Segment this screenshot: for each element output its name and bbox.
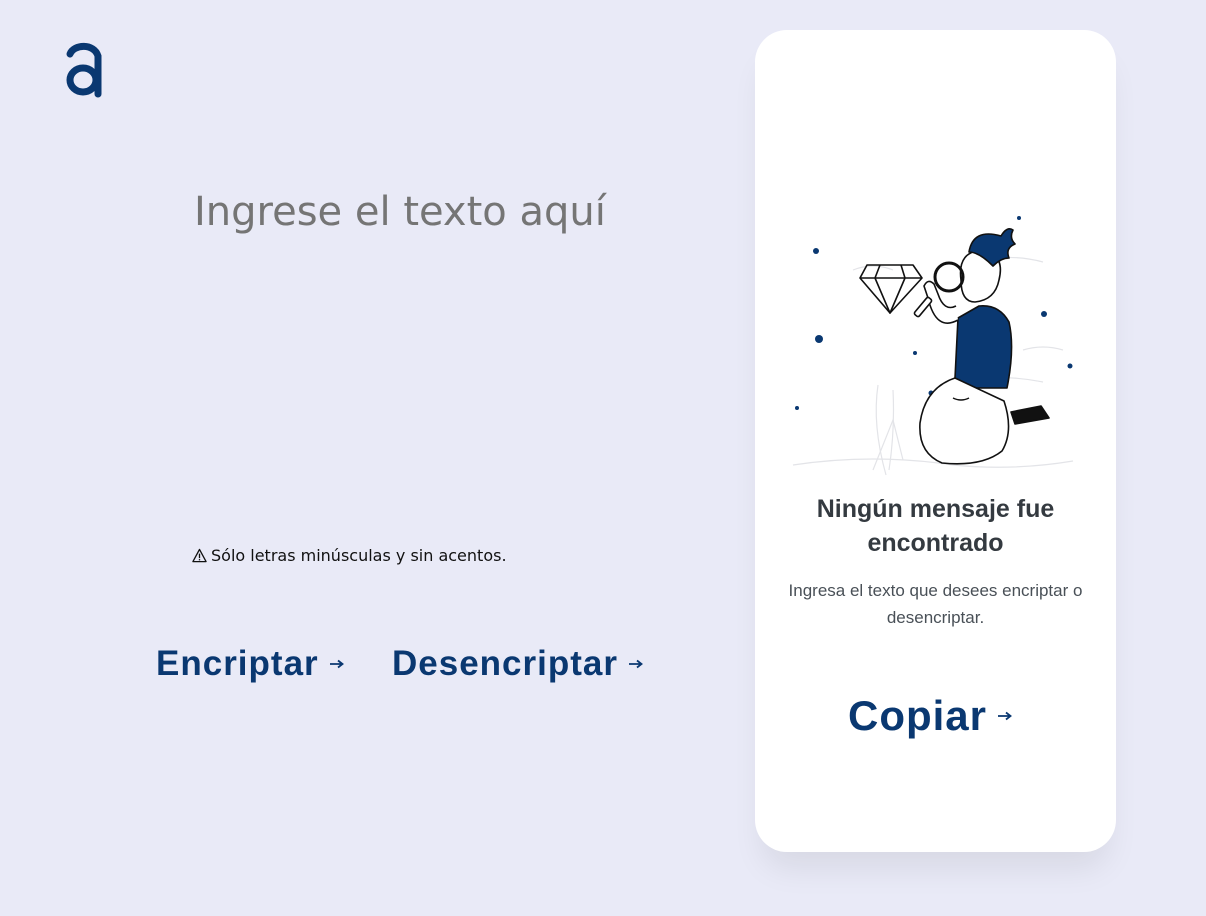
page: Sólo letras minúsculas y sin acentos. En…: [0, 0, 1206, 916]
arrow-right-icon: [998, 711, 1012, 721]
alura-a-logo-icon[interactable]: [64, 40, 104, 98]
empty-state-title: Ningún mensaje fue encontrado: [816, 495, 1055, 557]
warning-icon: [192, 548, 207, 563]
decrypt-button[interactable]: Desencriptar: [392, 644, 644, 684]
decrypt-label: Desencriptar: [392, 644, 618, 683]
empty-state-description: Ingresa el texto que desees encriptar o …: [788, 581, 1083, 627]
message-input[interactable]: [194, 183, 614, 483]
copy-button[interactable]: Copiar: [848, 692, 1013, 740]
output-panel: Ningún mensaje fue encontrado Ingresa el…: [755, 30, 1116, 852]
copy-label: Copiar: [848, 692, 988, 739]
warning-text: Sólo letras minúsculas y sin acentos.: [211, 546, 507, 565]
warning-note: Sólo letras minúsculas y sin acentos.: [192, 546, 507, 565]
arrow-right-icon: [329, 659, 344, 669]
encrypt-button[interactable]: Encriptar: [156, 644, 345, 684]
arrow-right-icon: [628, 659, 643, 669]
person-with-magnifying-glass-illustration: [792, 216, 1074, 476]
encrypt-label: Encriptar: [156, 644, 319, 683]
